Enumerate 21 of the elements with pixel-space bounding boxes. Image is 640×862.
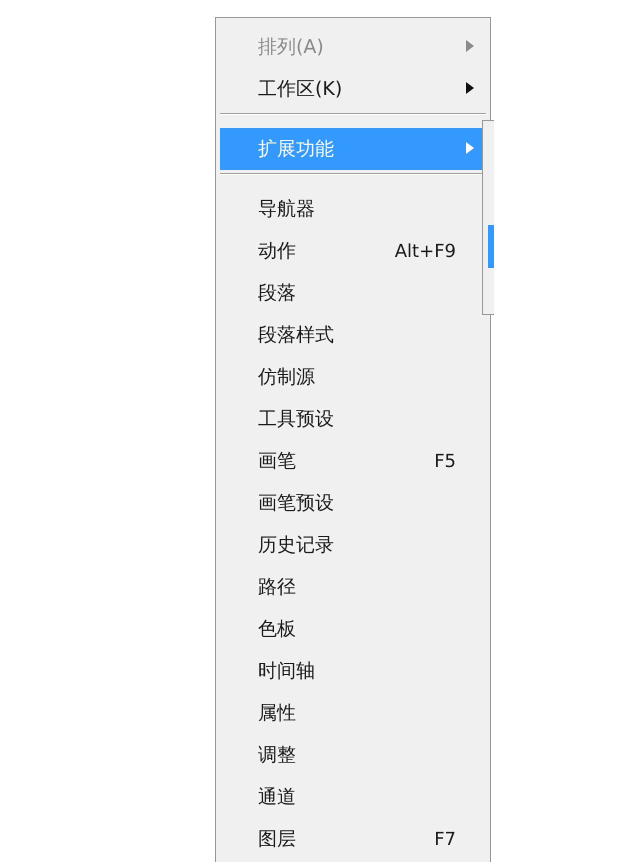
menu-item[interactable]: 动作 Alt+F9 (220, 230, 482, 272)
menu-item[interactable]: 调整 (220, 734, 482, 776)
shortcut-text: F5 (434, 450, 456, 472)
shortcut-text: F7 (434, 828, 456, 850)
menu-item[interactable]: 工作区(K) (220, 68, 482, 110)
shortcut-text: Alt+F9 (394, 240, 456, 262)
menu-item[interactable]: 色板 (220, 608, 482, 650)
submenu-highlight (488, 225, 494, 268)
menu-item[interactable]: 路径 (220, 566, 482, 608)
menu-item[interactable]: 画笔 F5 (220, 440, 482, 482)
menu-item[interactable]: 图层 F7 (220, 818, 482, 860)
menu-item[interactable]: 段落样式 (220, 314, 482, 356)
menu-item[interactable]: 工具预设 (220, 398, 482, 440)
menu-item[interactable]: 段落 (220, 272, 482, 314)
menu-item[interactable]: 属性 (220, 692, 482, 734)
menu-item[interactable]: 画笔预设 (220, 482, 482, 524)
menu-item[interactable]: 导航器 (220, 188, 482, 230)
menu-item[interactable]: 历史记录 (220, 524, 482, 566)
menu-item[interactable]: 通道 (220, 776, 482, 818)
menu-item[interactable]: 时间轴 (220, 650, 482, 692)
menu-item[interactable]: 仿制源 (220, 356, 482, 398)
